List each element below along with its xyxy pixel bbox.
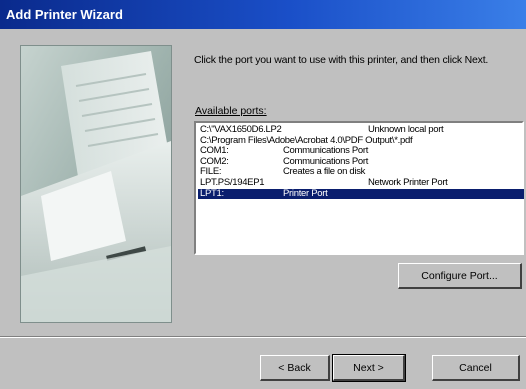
port-name: LPT.PS/194EP1 [200, 176, 265, 188]
next-label: Next > [353, 361, 384, 374]
wizard-printer-illustration [20, 45, 172, 323]
printer-illustration-image [21, 46, 171, 322]
available-ports-label: Available ports: [195, 105, 267, 117]
available-ports-listbox[interactable]: C:\"VAX1650D6.LP2 Unknown local port C:\… [194, 121, 524, 255]
configure-port-button[interactable]: Configure Port... [398, 263, 522, 289]
port-row-0[interactable]: C:\"VAX1650D6.LP2 Unknown local port [198, 124, 522, 136]
cancel-button[interactable]: Cancel [432, 355, 520, 381]
title-bar[interactable]: Add Printer Wizard [0, 0, 526, 29]
port-name: C:\"VAX1650D6.LP2 [200, 124, 282, 135]
port-row-5[interactable]: LPT.PS/194EP1 Network Printer Port [198, 176, 522, 189]
configure-port-label: Configure Port... [421, 269, 498, 282]
ports-label-text: Available ports: [195, 105, 267, 117]
port-description: Creates a file on disk [283, 166, 366, 178]
window-title: Add Printer Wizard [6, 7, 123, 22]
port-description: Unknown local port [368, 124, 444, 135]
port-description: Printer Port [283, 187, 328, 199]
port-description: Network Printer Port [368, 176, 448, 188]
port-row-6-selected[interactable]: LPT1: Printer Port [198, 187, 524, 200]
back-label: < Back [278, 361, 311, 374]
back-button[interactable]: < Back [260, 355, 330, 381]
button-separator [0, 336, 526, 338]
instructions-text: Click the port you want to use with this… [194, 54, 489, 66]
cancel-label: Cancel [459, 361, 492, 374]
port-name: LPT1: [200, 187, 224, 199]
next-button[interactable]: Next > [332, 354, 406, 382]
